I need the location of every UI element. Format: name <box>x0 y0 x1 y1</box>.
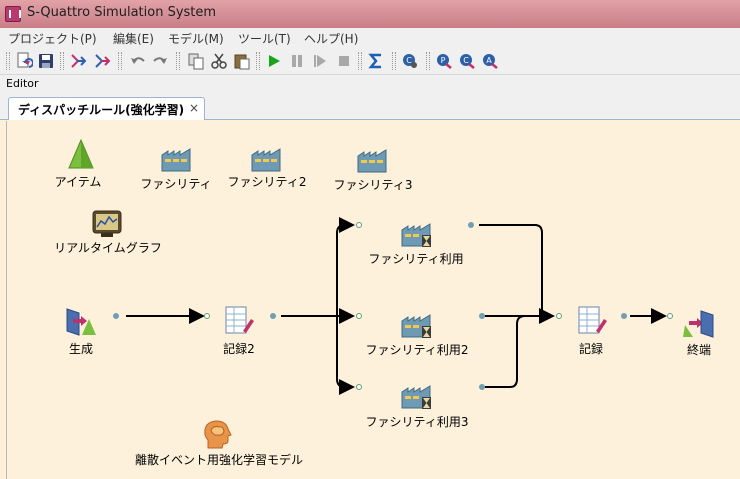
step-icon[interactable] <box>310 51 330 71</box>
brain-icon <box>204 420 232 449</box>
node-label: ファシリティ利用 <box>368 252 464 266</box>
window-title: S-Quattro Simulation System <box>27 5 217 20</box>
copy-icon[interactable] <box>186 51 206 71</box>
svg-text:A: A <box>486 56 492 65</box>
menu-model[interactable]: モデル(M) <box>168 30 224 47</box>
stop-icon[interactable] <box>334 51 354 71</box>
node-label: ファシリティ利用3 <box>365 415 469 429</box>
title-bar: S-Quattro Simulation System <box>0 0 740 28</box>
toolbar: C P C A <box>0 47 740 75</box>
toolbar-separator <box>426 52 430 70</box>
monitor-icon <box>92 210 122 237</box>
wire-use3-record <box>485 315 526 388</box>
port-out-record[interactable] <box>621 313 627 319</box>
toolbar-separator <box>358 52 362 70</box>
node-label: ファシリティ3 <box>333 178 413 192</box>
factory-hourglass-icon <box>401 385 431 409</box>
paste-icon[interactable] <box>232 51 252 71</box>
svg-text:P: P <box>441 56 446 65</box>
port-in-facility-use1[interactable] <box>356 222 362 228</box>
factory-hourglass-icon <box>401 314 431 338</box>
menu-tools[interactable]: ツール(T) <box>238 30 291 47</box>
c-icon[interactable]: C <box>457 51 477 71</box>
toolbar-separator <box>176 52 180 70</box>
wire-record2-use3 <box>336 316 355 395</box>
port-in-facility-use2[interactable] <box>356 313 362 319</box>
redo-icon[interactable] <box>150 51 170 71</box>
factory-icon <box>161 148 191 172</box>
cut-icon[interactable] <box>209 51 229 71</box>
record-icon <box>578 306 607 334</box>
p-icon[interactable]: P <box>434 51 454 71</box>
route-alt-icon[interactable] <box>92 51 112 71</box>
node-label: 生成 <box>68 342 94 356</box>
toolbar-separator <box>118 52 122 70</box>
check-icon[interactable]: C <box>400 51 420 71</box>
port-in-terminate[interactable] <box>667 313 673 319</box>
node-label: アイテム <box>54 175 102 189</box>
port-out-generate[interactable] <box>113 313 119 319</box>
node-label: 記録2 <box>223 342 255 356</box>
cone-icon <box>68 138 94 169</box>
node-label: ファシリティ <box>140 177 212 191</box>
editor-label: Editor <box>6 77 39 90</box>
generate-icon <box>66 308 96 336</box>
exit-icon <box>683 310 714 338</box>
pause-icon[interactable] <box>287 51 307 71</box>
undo-icon[interactable] <box>128 51 148 71</box>
tab-dispatch-rule[interactable]: ディスパッチルール(強化学習) × <box>8 97 205 120</box>
run-route-icon[interactable] <box>68 51 88 71</box>
port-out-facility-use1[interactable] <box>468 222 474 228</box>
wire-use1-record <box>479 224 555 324</box>
menu-bar: プロジェクト(P) 編集(E) モデル(M) ツール(T) ヘルプ(H) <box>0 28 740 47</box>
new-icon[interactable] <box>14 51 34 71</box>
play-icon[interactable] <box>264 51 284 71</box>
node-label: ファシリティ2 <box>227 175 307 189</box>
port-in-record[interactable] <box>556 313 562 319</box>
node-label: 離散イベント用強化学習モデル <box>134 453 304 467</box>
toolbar-separator <box>60 52 64 70</box>
tab-bar: ディスパッチルール(強化学習) × <box>0 92 740 120</box>
port-out-facility-use2[interactable] <box>479 313 485 319</box>
port-out-record2[interactable] <box>270 313 276 319</box>
save-icon[interactable] <box>36 51 56 71</box>
a-icon[interactable]: A <box>480 51 500 71</box>
port-out-facility-use3[interactable] <box>479 384 485 390</box>
toolbar-separator <box>256 52 260 70</box>
port-in-facility-use3[interactable] <box>356 384 362 390</box>
wire-record2-use1 <box>336 217 355 316</box>
svg-text:C: C <box>406 56 412 65</box>
menu-project[interactable]: プロジェクト(P) <box>8 30 97 47</box>
port-in-record2[interactable] <box>204 313 210 319</box>
factory-icon <box>357 149 387 173</box>
tab-label: ディスパッチルール(強化学習) <box>18 103 185 117</box>
sigma-icon[interactable] <box>366 51 386 71</box>
menu-help[interactable]: ヘルプ(H) <box>304 30 358 47</box>
factory-hourglass-icon <box>401 223 431 247</box>
close-icon[interactable]: × <box>189 101 199 115</box>
svg-text:C: C <box>463 56 469 65</box>
record-icon <box>225 306 254 334</box>
menu-edit[interactable]: 編集(E) <box>113 30 154 47</box>
node-label: 終端 <box>686 343 712 357</box>
toolbar-separator <box>392 52 396 70</box>
node-label: ファシリティ利用2 <box>365 343 469 357</box>
toolbar-grip <box>6 52 10 70</box>
editor-header: Editor <box>0 75 740 92</box>
model-canvas[interactable]: アイテム ファシリティ ファシリティ2 ファシリティ3 リアルタイムグラフ 生成 <box>6 121 740 479</box>
node-label: リアルタイムグラフ <box>54 241 162 255</box>
node-label: 記録 <box>578 342 604 356</box>
app-icon <box>5 6 21 22</box>
factory-icon <box>251 148 281 172</box>
